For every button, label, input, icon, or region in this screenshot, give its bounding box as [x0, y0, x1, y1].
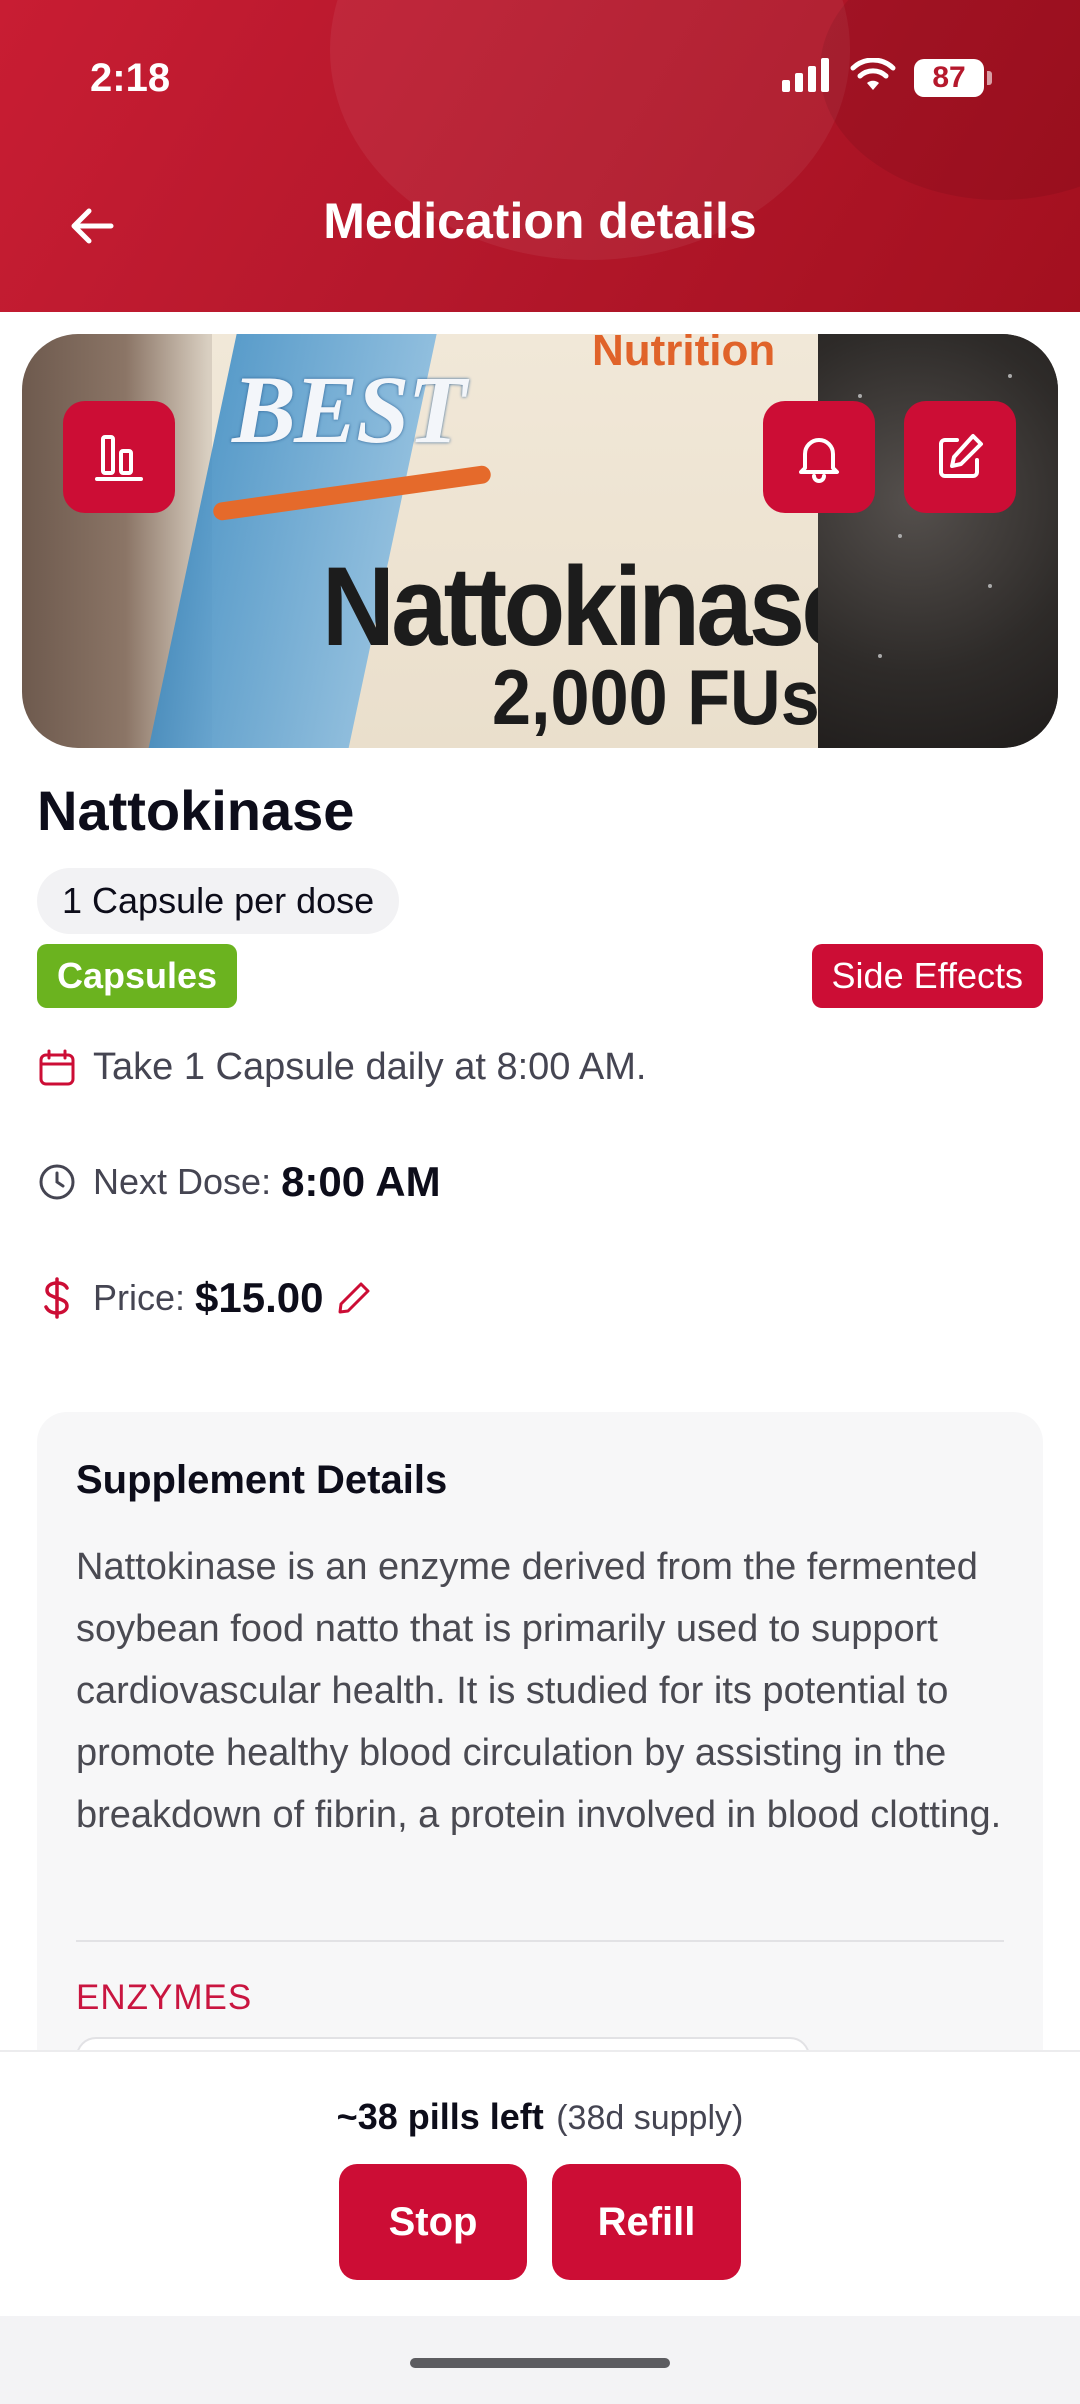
- status-time: 2:18: [90, 56, 171, 100]
- home-indicator[interactable]: [410, 2358, 670, 2368]
- reminder-button[interactable]: [763, 401, 875, 513]
- photo-brand-text: BEST: [232, 356, 466, 463]
- stats-button[interactable]: [63, 401, 175, 513]
- dollar-icon: [37, 1277, 77, 1319]
- type-badge: Capsules: [37, 944, 238, 1008]
- clock-icon: [37, 1162, 77, 1202]
- header: 2:18 87 Medication details: [0, 0, 1080, 312]
- price-row: Price: $15.00: [37, 1274, 372, 1322]
- pills-left: ~38 pills left: [336, 2096, 544, 2137]
- price-value: $15.00: [195, 1274, 324, 1321]
- photo-label-text: Nutrition: [592, 334, 776, 375]
- divider: [76, 1940, 1004, 1942]
- battery-icon: 87: [914, 58, 992, 97]
- photo-strength-text: 2,000 FUs: [492, 653, 820, 741]
- signal-icon: [782, 58, 832, 97]
- pencil-icon: [338, 1282, 369, 1314]
- details-title: Supplement Details: [76, 1458, 448, 1502]
- system-nav-area: [0, 2316, 1080, 2404]
- bell-icon: [799, 438, 839, 483]
- stop-button[interactable]: Stop: [339, 2164, 527, 2280]
- medication-photo: Nutrition BEST Nattokinase 2,000 FUs: [22, 334, 1058, 748]
- chart-icon: [95, 435, 143, 481]
- supply-days: (38d supply): [556, 2099, 744, 2137]
- next-dose-label: Next Dose:: [93, 1161, 272, 1202]
- next-dose-row: Next Dose: 8:00 AM: [37, 1158, 441, 1206]
- edit-medication-button[interactable]: [904, 401, 1016, 513]
- edit-icon: [939, 434, 983, 478]
- details-description: Nattokinase is an enzyme derived from th…: [76, 1546, 1002, 1836]
- side-effects-button[interactable]: Side Effects: [811, 944, 1043, 1008]
- category-label: ENZYMES: [76, 1978, 253, 2017]
- medication-name: Nattokinase: [37, 779, 355, 842]
- battery-level: 87: [914, 58, 984, 97]
- dose-chip: 1 Capsule per dose: [37, 868, 400, 934]
- page-title: Medication details: [323, 193, 757, 249]
- next-dose-value: 8:00 AM: [281, 1158, 441, 1205]
- wifi-icon: [850, 57, 896, 97]
- edit-price-button[interactable]: [336, 1280, 372, 1316]
- schedule-row: Take 1 Capsule daily at 8:00 AM.: [37, 1046, 646, 1089]
- supplement-details-card: Supplement Details Nattokinase is an enz…: [37, 1412, 1043, 2132]
- price-label: Price:: [93, 1277, 186, 1318]
- supply-summary: ~38 pills left (38d supply): [0, 2096, 1080, 2138]
- refill-button[interactable]: Refill: [552, 2164, 741, 2280]
- schedule-text: Take 1 Capsule daily at 8:00 AM.: [93, 1046, 647, 1088]
- status-icons: 87: [782, 57, 992, 97]
- bottom-action-bar: ~38 pills left (38d supply) Stop Refill: [0, 2050, 1080, 2316]
- calendar-icon: [37, 1048, 77, 1088]
- header-decoration: [820, 0, 1080, 200]
